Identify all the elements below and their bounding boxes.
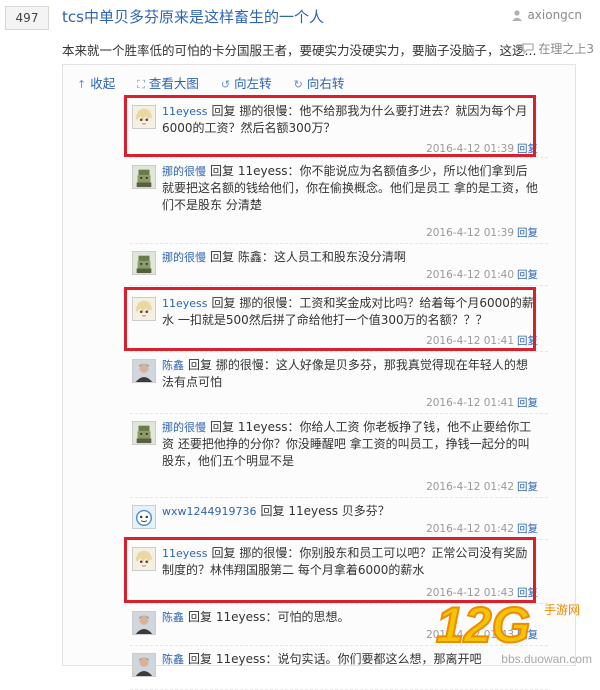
comment-text: 挪的很慢 回复 陈鑫：这人员工和股东没分清啊 xyxy=(162,249,538,266)
highlight-box xyxy=(124,95,536,157)
comment-username: 挪的很慢 xyxy=(162,251,206,264)
thread-author[interactable]: axiongcn xyxy=(511,8,582,22)
latest-reply-user[interactable]: 在理之上3 xyxy=(522,40,594,57)
comment-timestamp: 2016-4-12 01:39 回复 xyxy=(426,225,538,240)
thread-title-link[interactable]: tcs中单贝多芬原来是这样畜生的一个人 xyxy=(62,4,324,30)
rotate-right-button[interactable]: ↻ 向右转 xyxy=(294,73,345,92)
pixel-avatar xyxy=(132,421,156,445)
collapse-icon: ↑ xyxy=(77,78,87,91)
comment-username: 陈鑫 xyxy=(162,611,184,624)
person-avatar xyxy=(132,359,156,383)
latest-reply-name: 在理之上3 xyxy=(538,42,594,56)
reply-count-badge: 497 xyxy=(5,6,49,30)
comment-reply-link: 回复 xyxy=(517,481,538,493)
comment-body: 回复 11eyess：你给人工资 你老板挣了钱，他不止要给你工资 还要把他挣的分… xyxy=(162,420,532,468)
comment-time: 2016-4-12 01:40 xyxy=(426,269,514,281)
comment-icon xyxy=(522,43,535,54)
cartoon-avatar xyxy=(132,505,156,529)
highlight-box xyxy=(124,287,536,351)
comment-timestamp: 2016-4-12 01:42 回复 xyxy=(426,479,538,494)
comment-username: wxw1244919736 xyxy=(162,505,257,518)
comment-reply-link: 回复 xyxy=(517,269,538,281)
thread-abstract-row: 本来就一个胜率低的可怕的卡分国服王者，要硬实力没硬实力，要脑子没脑子，这逻...… xyxy=(62,40,594,60)
comment-reply-link: 回复 xyxy=(517,523,538,535)
comment-timestamp: 2016-4-12 01:41 回复 xyxy=(426,395,538,410)
comment-username: 挪的很慢 xyxy=(162,165,206,178)
comment-row: 陈鑫 回复 挪的很慢：这人好像是贝多芬，那我真觉得现在年轻人的想法有点可怕 2016… xyxy=(130,353,548,414)
comment-body: 回复 11eyess：你不能说应为名额值多少，所以他们拿到后 就要把这名额的钱给… xyxy=(162,164,538,212)
watermark-logo-icon: 12G 手游网 xyxy=(435,596,580,654)
comment-timestamp: 2016-4-12 01:42 回复 xyxy=(426,521,538,536)
comment-reply-link: 回复 xyxy=(517,227,538,239)
comment-text: 陈鑫 回复 挪的很慢：这人好像是贝多芬，那我真觉得现在年轻人的想法有点可怕 xyxy=(162,357,538,391)
comment-body: 回复 陈鑫：这人员工和股东没分清啊 xyxy=(210,250,406,264)
comment-username: 挪的很慢 xyxy=(162,421,206,434)
author-name: axiongcn xyxy=(527,8,582,22)
comment-time: 2016-4-12 01:41 xyxy=(426,397,514,409)
comment-body: 回复 11eyess：可怕的思想。 xyxy=(188,610,350,624)
watermark-sub-text: 手游网 xyxy=(544,603,580,617)
comment-username: 陈鑫 xyxy=(162,653,184,666)
collapse-button[interactable]: ↑ 收起 xyxy=(77,73,115,92)
comment-row: 挪的很慢 回复 陈鑫：这人员工和股东没分清啊 2016-4-12 01:40 回复 xyxy=(130,245,548,286)
rotate-left-icon: ↺ xyxy=(220,78,231,91)
watermark-site: bbs.duowan.com xyxy=(501,652,592,666)
rotate-left-button[interactable]: ↺ 向左转 xyxy=(221,73,272,92)
magnify-icon: ⛶ xyxy=(137,78,145,91)
person-avatar xyxy=(132,611,156,635)
user-icon xyxy=(512,10,523,21)
pixel-avatar xyxy=(132,165,156,189)
comment-row: 挪的很慢 回复 11eyess：你给人工资 你老板挣了钱，他不止要给你工资 还要把… xyxy=(130,415,548,498)
comment-body: 回复 挪的很慢：这人好像是贝多芬，那我真觉得现在年轻人的想法有点可怕 xyxy=(162,358,528,389)
comment-reply-link: 回复 xyxy=(517,397,538,409)
comment-row: 挪的很慢 回复 11eyess：你不能说应为名额值多少，所以他们拿到后 就要把这名… xyxy=(130,159,548,244)
person-avatar xyxy=(132,653,156,677)
comment-username: 陈鑫 xyxy=(162,359,184,372)
svg-text:12G: 12G xyxy=(436,597,531,653)
image-toolbar: ↑ 收起 ⛶ 查看大图 ↺ 向左转 ↻ 向右转 xyxy=(77,73,362,91)
comment-row: wxw1244919736 回复 11eyess 贝多芬？ 2016-4-12 01… xyxy=(130,499,548,540)
comment-timestamp: 2016-4-12 01:40 回复 xyxy=(426,267,538,282)
pixel-avatar xyxy=(132,251,156,275)
comment-time: 2016-4-12 01:39 xyxy=(426,227,514,239)
comment-text: 挪的很慢 回复 11eyess：你不能说应为名额值多少，所以他们拿到后 就要把这名… xyxy=(162,163,538,214)
view-large-button[interactable]: ⛶ 查看大图 xyxy=(137,73,199,92)
thread-header: 497 tcs中单贝多芬原来是这样畜生的一个人 axiongcn xyxy=(0,0,600,32)
thread-abstract: 本来就一个胜率低的可怕的卡分国服王者，要硬实力没硬实力，要脑子没脑子，这逻... xyxy=(62,43,537,58)
comment-time: 2016-4-12 01:42 xyxy=(426,523,514,535)
comment-text: wxw1244919736 回复 11eyess 贝多芬？ xyxy=(162,503,538,520)
image-viewer: ↑ 收起 ⛶ 查看大图 ↺ 向左转 ↻ 向右转 11eyess 回复 挪的很慢：他不给那我… xyxy=(62,64,576,690)
rotate-right-icon: ↻ xyxy=(293,78,303,91)
comment-text: 挪的很慢 回复 11eyess：你给人工资 你老板挣了钱，他不止要给你工资 还要把… xyxy=(162,419,538,470)
comment-body: 回复 11eyess 贝多芬？ xyxy=(260,504,390,518)
comment-time: 2016-4-12 01:42 xyxy=(426,481,514,493)
site-watermark: 12G 手游网 bbs.duowan.com xyxy=(432,590,592,670)
